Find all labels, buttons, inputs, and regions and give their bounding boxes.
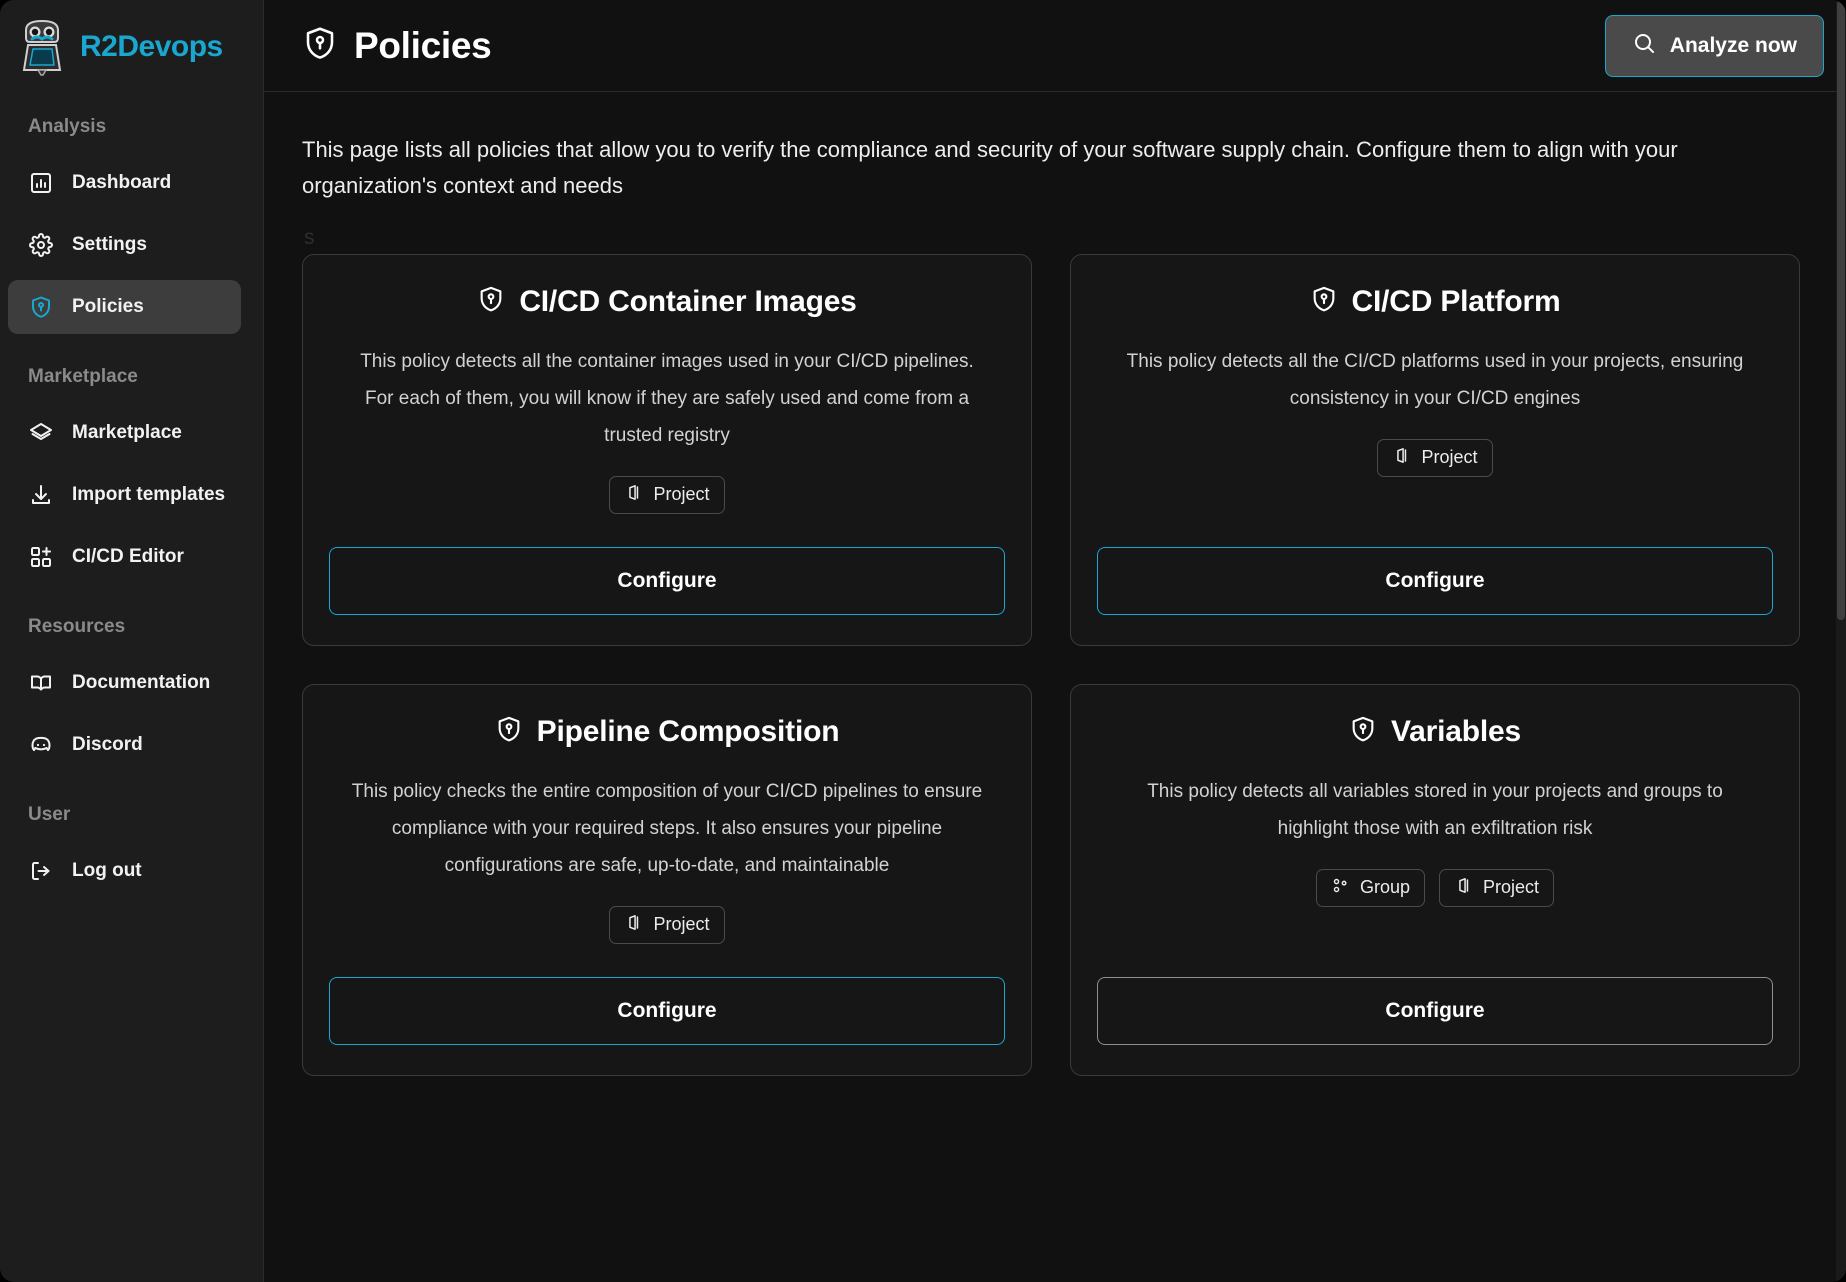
scope-badge-label: Group bbox=[1360, 877, 1410, 898]
scrollbar-thumb[interactable] bbox=[1837, 0, 1845, 620]
sidebar-item-import-templates[interactable]: Import templates bbox=[8, 468, 241, 522]
sidebar-item-label: CI/CD Editor bbox=[72, 546, 184, 568]
package-icon bbox=[624, 483, 643, 507]
policy-card-description: This policy detects all variables stored… bbox=[1097, 773, 1773, 847]
search-icon bbox=[1632, 31, 1656, 61]
shield-keyhole-icon bbox=[1310, 285, 1338, 318]
card-title-group: Variables bbox=[1349, 715, 1521, 749]
scope-badge-project[interactable]: Project bbox=[1439, 869, 1554, 907]
policy-card-badges: Group Project bbox=[1316, 869, 1554, 907]
sidebar-nav: Analysis Dashboard bbox=[0, 92, 263, 1282]
shield-keyhole-icon bbox=[28, 294, 54, 320]
shield-keyhole-icon bbox=[495, 715, 523, 748]
book-icon bbox=[28, 670, 54, 696]
scope-badge-label: Project bbox=[1483, 877, 1539, 898]
gear-icon bbox=[28, 232, 54, 258]
scope-badge-project[interactable]: Project bbox=[1377, 439, 1492, 477]
top-bar: Policies Analyze now bbox=[264, 0, 1846, 92]
scope-badge-label: Project bbox=[653, 484, 709, 505]
sidebar-item-label: Documentation bbox=[72, 672, 210, 694]
scope-badge-project[interactable]: Project bbox=[609, 906, 724, 944]
policy-card-badges: Project bbox=[1377, 439, 1492, 477]
page-description: This page lists all policies that allow … bbox=[302, 132, 1782, 205]
card-title-group: CI/CD Container Images bbox=[477, 285, 856, 319]
sidebar-item-dashboard[interactable]: Dashboard bbox=[8, 156, 241, 210]
policy-card-description: This policy checks the entire compositio… bbox=[329, 773, 1005, 884]
scope-badge-label: Project bbox=[653, 914, 709, 935]
sidebar-item-marketplace[interactable]: Marketplace bbox=[8, 406, 241, 460]
page-title: Policies bbox=[354, 25, 491, 67]
bar-chart-icon bbox=[28, 170, 54, 196]
sidebar-item-label: Log out bbox=[72, 860, 142, 882]
download-icon bbox=[28, 482, 54, 508]
sidebar-section-analysis-label: Analysis bbox=[0, 116, 263, 138]
sidebar-item-label: Discord bbox=[72, 734, 143, 756]
policy-card-title: CI/CD Container Images bbox=[519, 285, 856, 319]
card-title-group: CI/CD Platform bbox=[1310, 285, 1561, 319]
sidebar-item-label: Marketplace bbox=[72, 422, 182, 444]
brand-logo-link[interactable]: R2Devops bbox=[0, 0, 263, 92]
sidebar-section-user-label: User bbox=[0, 804, 263, 826]
policy-cards-grid: CI/CD Container Images This policy detec… bbox=[302, 254, 1800, 1076]
policy-card-pipeline-composition: Pipeline Composition This policy checks … bbox=[302, 684, 1032, 1076]
configure-button[interactable]: Configure bbox=[329, 977, 1005, 1045]
sidebar-item-label: Policies bbox=[72, 296, 144, 318]
sidebar-item-documentation[interactable]: Documentation bbox=[8, 656, 241, 710]
nodes-icon bbox=[1331, 876, 1350, 900]
shield-keyhole-icon bbox=[1349, 715, 1377, 748]
page-title-group: Policies bbox=[302, 25, 491, 67]
configure-button-label: Configure bbox=[617, 999, 716, 1023]
policy-card-title: CI/CD Platform bbox=[1352, 285, 1561, 319]
configure-button-label: Configure bbox=[1385, 999, 1484, 1023]
shield-keyhole-icon bbox=[477, 285, 505, 318]
scope-badge-project[interactable]: Project bbox=[609, 476, 724, 514]
policy-card-variables: Variables This policy detects all variab… bbox=[1070, 684, 1800, 1076]
sidebar-section-resources-label: Resources bbox=[0, 616, 263, 638]
r2devops-robot-logo-icon bbox=[16, 18, 68, 76]
package-icon bbox=[1454, 876, 1473, 900]
content-scroll-area: This page lists all policies that allow … bbox=[264, 92, 1846, 1282]
policy-card-title: Variables bbox=[1391, 715, 1521, 749]
logout-icon bbox=[28, 858, 54, 884]
grid-plus-icon bbox=[28, 544, 54, 570]
configure-button[interactable]: Configure bbox=[1097, 977, 1773, 1045]
discord-icon bbox=[28, 732, 54, 758]
sidebar-item-label: Dashboard bbox=[72, 172, 171, 194]
configure-button-label: Configure bbox=[1385, 569, 1484, 593]
vertical-scrollbar[interactable] bbox=[1836, 0, 1846, 1282]
configure-button[interactable]: Configure bbox=[1097, 547, 1773, 615]
policy-card-title: Pipeline Composition bbox=[537, 715, 840, 749]
shield-keyhole-icon bbox=[302, 25, 338, 66]
configure-button[interactable]: Configure bbox=[329, 547, 1005, 615]
policy-card-cicd-platform: CI/CD Platform This policy detects all t… bbox=[1070, 254, 1800, 646]
analyze-now-button[interactable]: Analyze now bbox=[1605, 15, 1824, 77]
policy-card-badges: Project bbox=[609, 906, 724, 944]
brand-name: R2Devops bbox=[80, 30, 223, 64]
sidebar-item-settings[interactable]: Settings bbox=[8, 218, 241, 272]
sidebar: R2Devops Analysis Dashboard bbox=[0, 0, 264, 1282]
app-window: R2Devops Analysis Dashboard bbox=[0, 0, 1846, 1282]
sidebar-item-label: Settings bbox=[72, 234, 147, 256]
ghost-text: s bbox=[304, 227, 1800, 248]
scope-badge-label: Project bbox=[1421, 447, 1477, 468]
main-area: Policies Analyze now This page lists all… bbox=[264, 0, 1846, 1282]
package-icon bbox=[624, 913, 643, 937]
scope-badge-group[interactable]: Group bbox=[1316, 869, 1425, 907]
sidebar-item-log-out[interactable]: Log out bbox=[8, 844, 241, 898]
sidebar-item-discord[interactable]: Discord bbox=[8, 718, 241, 772]
card-title-group: Pipeline Composition bbox=[495, 715, 840, 749]
sidebar-item-label: Import templates bbox=[72, 484, 225, 506]
analyze-now-label: Analyze now bbox=[1670, 34, 1797, 58]
policy-card-description: This policy detects all the container im… bbox=[329, 343, 1005, 454]
policy-card-cicd-container-images: CI/CD Container Images This policy detec… bbox=[302, 254, 1032, 646]
layers-icon bbox=[28, 420, 54, 446]
policy-card-badges: Project bbox=[609, 476, 724, 514]
sidebar-item-policies[interactable]: Policies bbox=[8, 280, 241, 334]
sidebar-section-marketplace-label: Marketplace bbox=[0, 366, 263, 388]
policy-card-description: This policy detects all the CI/CD platfo… bbox=[1097, 343, 1773, 417]
configure-button-label: Configure bbox=[617, 569, 716, 593]
package-icon bbox=[1392, 446, 1411, 470]
sidebar-item-cicd-editor[interactable]: CI/CD Editor bbox=[8, 530, 241, 584]
